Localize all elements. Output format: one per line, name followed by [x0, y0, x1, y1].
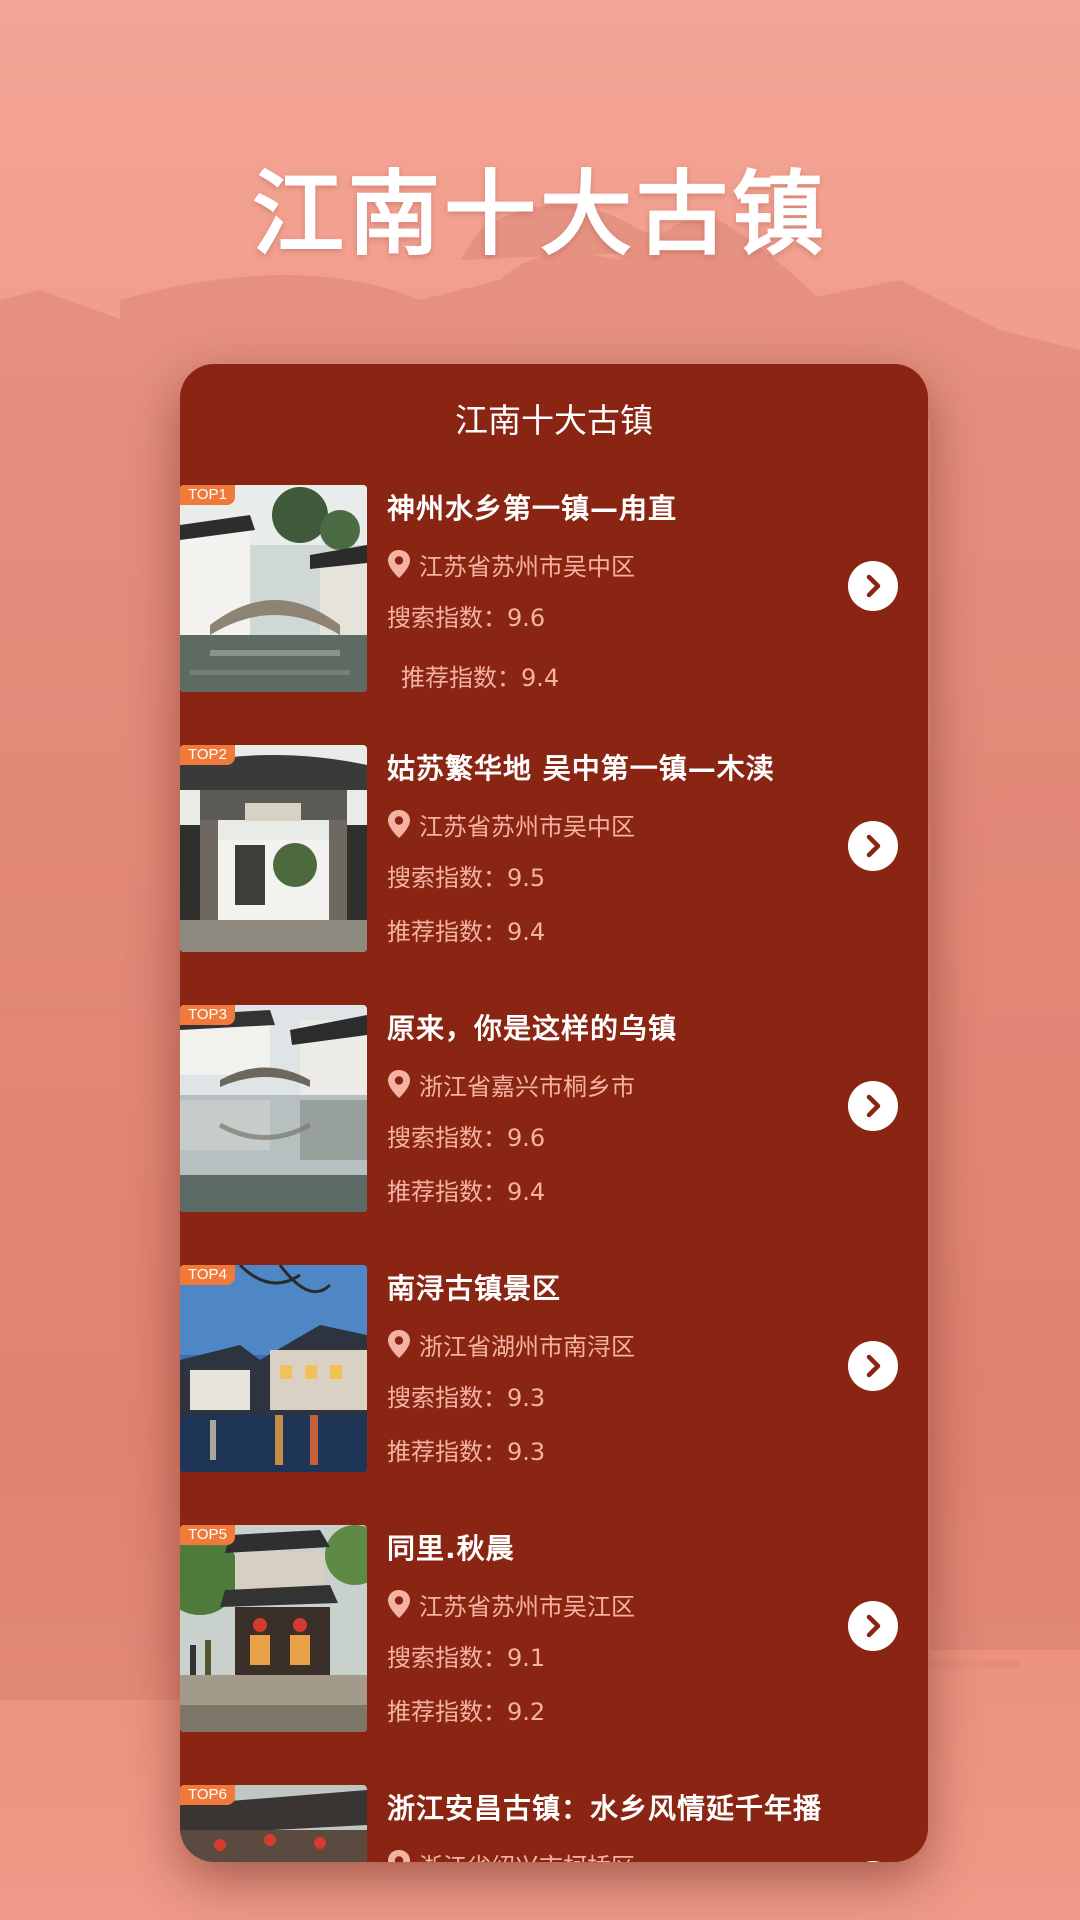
location-pin-icon [388, 1070, 410, 1098]
rank-badge: TOP3 [180, 1005, 235, 1025]
list-item-town-2[interactable]: TOP2 姑苏繁华地 吴中第一镇—木渎 江苏省苏州市吴中区 搜索指数：9.5 推… [180, 745, 928, 953]
town-location: 浙江省湖州市南浔区 [387, 1327, 635, 1361]
town-name: 南浔古镇景区 [387, 1272, 562, 1305]
town-name: 原来，你是这样的乌镇 [387, 1012, 678, 1045]
town-name: 神州水乡第一镇—甪直 [387, 492, 678, 525]
list-item-town-6[interactable]: TOP6 浙江安昌古镇：水乡风情延千年播 浙江省绍兴市柯桥区 [180, 1785, 928, 1862]
chevron-right-icon [866, 834, 881, 858]
town-location: 江苏省苏州市吴中区 [387, 547, 635, 581]
detail-button[interactable] [848, 1861, 898, 1862]
search-index: 搜索指数：9.6 [387, 1124, 546, 1152]
location-text: 江苏省苏州市吴江区 [419, 1592, 635, 1621]
location-text: 浙江省嘉兴市桐乡市 [419, 1072, 635, 1101]
search-index: 搜索指数：9.5 [387, 864, 546, 892]
location-pin-icon [388, 1330, 410, 1358]
chevron-right-icon [866, 574, 881, 598]
rank-badge: TOP2 [180, 745, 235, 765]
town-name: 同里.秋晨 [387, 1532, 515, 1565]
town-thumbnail: TOP1 [180, 485, 367, 692]
search-index: 搜索指数：9.1 [387, 1644, 546, 1672]
rank-badge: TOP1 [180, 485, 235, 505]
location-pin-icon [388, 1590, 410, 1618]
location-text: 浙江省湖州市南浔区 [419, 1332, 635, 1361]
page-title: 江南十大古镇 [251, 161, 828, 268]
detail-button[interactable] [848, 821, 898, 871]
town-location: 江苏省苏州市吴江区 [387, 1587, 635, 1621]
detail-button[interactable] [848, 1081, 898, 1131]
detail-button[interactable] [848, 1601, 898, 1651]
location-pin-icon [388, 550, 410, 578]
location-pin-icon [388, 1850, 410, 1862]
recommend-index: 推荐指数：9.4 [401, 664, 560, 692]
location-text: 江苏省苏州市吴中区 [419, 552, 635, 581]
rank-badge: TOP4 [180, 1265, 235, 1285]
recommend-index: 推荐指数：9.2 [387, 1698, 546, 1726]
town-location: 浙江省嘉兴市桐乡市 [387, 1067, 635, 1101]
town-thumbnail: TOP5 [180, 1525, 367, 1732]
town-name: 浙江安昌古镇：水乡风情延千年播 [387, 1792, 823, 1825]
search-index: 搜索指数：9.6 [387, 604, 546, 632]
location-text: 江苏省苏州市吴中区 [419, 812, 635, 841]
recommend-index: 推荐指数：9.3 [387, 1438, 546, 1466]
rank-badge: TOP5 [180, 1525, 235, 1545]
town-thumbnail: TOP6 [180, 1785, 367, 1862]
recommend-index: 推荐指数：9.4 [387, 1178, 546, 1206]
search-index: 搜索指数：9.3 [387, 1384, 546, 1412]
list-item-town-4[interactable]: TOP4 南浔古镇景区 浙江省湖州市南浔区 搜索指数：9.3 推荐指数：9.3 [180, 1265, 928, 1473]
town-thumbnail: TOP4 [180, 1265, 367, 1472]
town-thumbnail: TOP2 [180, 745, 367, 952]
list-item-town-5[interactable]: TOP5 同里.秋晨 江苏省苏州市吴江区 搜索指数：9.1 推荐指数：9.2 [180, 1525, 928, 1733]
card-title: 江南十大古镇 [455, 401, 653, 440]
list-item-town-3[interactable]: TOP3 原来，你是这样的乌镇 浙江省嘉兴市桐乡市 搜索指数：9.6 推荐指数：… [180, 1005, 928, 1213]
chevron-right-icon [866, 1354, 881, 1378]
town-location: 浙江省绍兴市柯桥区 [387, 1847, 635, 1862]
location-text: 浙江省绍兴市柯桥区 [419, 1847, 635, 1863]
detail-button[interactable] [848, 1341, 898, 1391]
town-location: 江苏省苏州市吴中区 [387, 807, 635, 841]
towns-list-card: 江南十大古镇 TOP1 神州水乡第一镇—甪直 江苏省苏州市吴中区 搜索指数：9.… [180, 364, 928, 1862]
chevron-right-icon [866, 1094, 881, 1118]
town-thumbnail: TOP3 [180, 1005, 367, 1212]
location-pin-icon [388, 810, 410, 838]
list-item-town-1[interactable]: TOP1 神州水乡第一镇—甪直 江苏省苏州市吴中区 搜索指数：9.6 推荐指数：… [180, 485, 928, 693]
recommend-index: 推荐指数：9.4 [387, 918, 546, 946]
rank-badge: TOP6 [180, 1785, 235, 1805]
detail-button[interactable] [848, 561, 898, 611]
town-name: 姑苏繁华地 吴中第一镇—木渎 [387, 752, 775, 785]
chevron-right-icon [866, 1614, 881, 1638]
